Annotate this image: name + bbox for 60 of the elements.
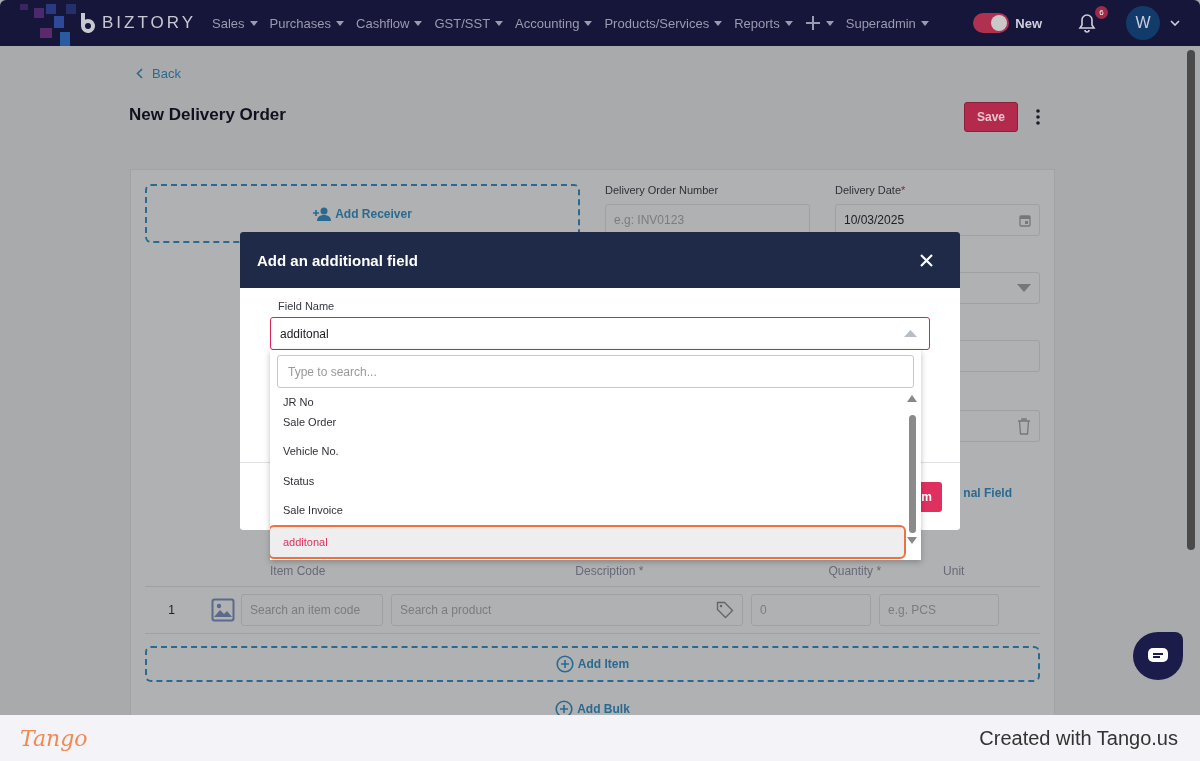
nav-menu-item[interactable]: Sales <box>212 15 258 31</box>
save-button[interactable]: Save <box>963 102 1018 132</box>
toggle-label: New <box>1015 15 1042 31</box>
field-label: Delivery Date* <box>835 184 907 198</box>
column-header: Unit <box>943 564 965 578</box>
chevron-down-icon[interactable] <box>1170 20 1180 26</box>
tango-logo: Tango <box>20 725 88 751</box>
field-label: Delivery Order Number <box>605 184 720 198</box>
caret-icon <box>825 20 834 26</box>
caret-up-icon <box>904 330 917 337</box>
nav-menu-item[interactable]: Cashflow <box>356 15 423 31</box>
column-header: Item Code <box>270 564 326 578</box>
caret-icon <box>495 20 504 26</box>
user-avatar[interactable]: W <box>1126 6 1160 40</box>
column-header: Quantity * <box>828 564 882 578</box>
caret-icon <box>584 20 593 26</box>
scroll-up-icon[interactable] <box>907 395 917 402</box>
caret-icon <box>1017 284 1031 292</box>
row-number: 1 <box>167 603 175 617</box>
nav-menu-item[interactable]: Accounting <box>515 15 593 31</box>
column-header: Description * <box>575 564 644 578</box>
caret-icon <box>784 20 793 26</box>
scroll-down-icon[interactable] <box>907 537 917 544</box>
plus-icon <box>804 15 821 31</box>
dropdown-option[interactable]: JR No <box>270 388 906 408</box>
brand-name: BIZTORY <box>102 13 197 33</box>
plus-circle-icon <box>555 655 574 673</box>
footer-credit: Created with Tango.us <box>979 726 1178 750</box>
field-name-select[interactable]: additonal <box>270 317 930 350</box>
dropdown-option[interactable]: additonal <box>270 524 906 559</box>
dropdown-option[interactable]: Vehicle No. <box>270 436 906 467</box>
dropdown-option[interactable]: Sale Invoice <box>270 495 906 525</box>
page-title: New Delivery Order <box>129 105 286 125</box>
image-icon[interactable] <box>211 598 235 622</box>
modal-title: Add an additional field <box>257 251 418 269</box>
caret-icon <box>414 20 423 26</box>
more-options-icon[interactable] <box>1036 109 1040 125</box>
dropdown-option[interactable]: Status <box>270 466 906 496</box>
caret-icon <box>920 20 929 26</box>
logo-icon <box>78 12 98 34</box>
chevron-left-icon <box>136 68 143 79</box>
close-icon[interactable] <box>920 253 933 267</box>
caret-icon <box>336 20 344 26</box>
tag-icon <box>716 601 734 619</box>
caret-icon <box>249 20 258 26</box>
nav-menu-item[interactable]: Superadmin <box>845 15 929 31</box>
add-person-icon <box>313 206 332 221</box>
chat-icon <box>1148 648 1168 664</box>
field-label: Field Name <box>278 300 336 312</box>
bell-icon[interactable] <box>1078 13 1096 33</box>
nav-menu-item[interactable]: Products/Services <box>604 15 723 31</box>
add-menu-button[interactable] <box>804 15 834 31</box>
chat-button[interactable] <box>1133 632 1183 680</box>
toggle-switch[interactable] <box>973 13 1010 33</box>
nav-menu-item[interactable]: Purchases <box>269 15 344 31</box>
nav-menu-item[interactable]: GST/SST <box>434 15 504 31</box>
caret-icon <box>714 20 723 26</box>
nav-menu-item[interactable]: Reports <box>734 15 793 31</box>
notification-count: 6 <box>1095 6 1108 19</box>
dropdown-option[interactable]: Sale Order <box>270 407 906 437</box>
